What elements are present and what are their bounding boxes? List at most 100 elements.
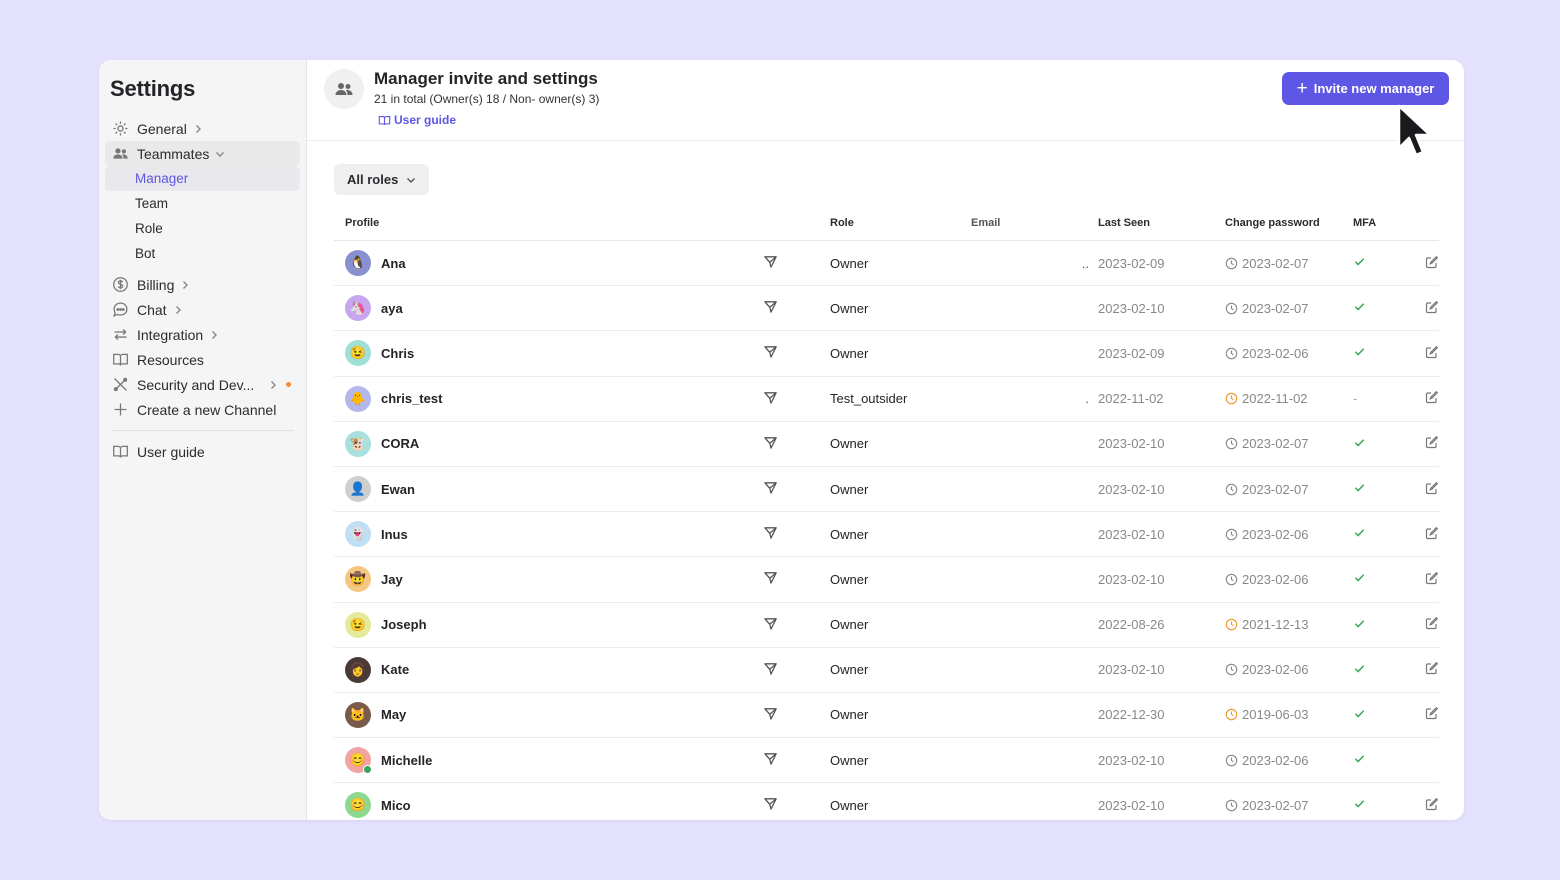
people-icon xyxy=(111,145,129,163)
avatar-emoji: 🐧 xyxy=(349,255,367,271)
send-message-icon[interactable] xyxy=(763,299,778,317)
send-message-icon[interactable] xyxy=(763,661,778,679)
sidebar: Settings General Teammates Manager Team … xyxy=(99,60,307,820)
manager-name: Mico xyxy=(381,797,411,813)
send-message-icon[interactable] xyxy=(763,796,778,814)
send-message-icon[interactable] xyxy=(763,525,778,543)
chevron-right-icon xyxy=(209,330,219,340)
sidebar-subitem-team[interactable]: Team xyxy=(105,191,300,216)
table-row[interactable]: 😊 Mico Owner 2023-02-10 2023-02-07 xyxy=(334,783,1439,820)
sidebar-subitem-bot[interactable]: Bot xyxy=(105,241,300,266)
last-seen-cell: 2022-11-02 xyxy=(1098,391,1164,407)
clock-icon xyxy=(1225,573,1238,586)
send-message-icon[interactable] xyxy=(763,344,778,362)
table-row[interactable]: 😉 Chris Owner 2023-02-09 2023-02-06 xyxy=(334,331,1439,377)
role-cell: Owner xyxy=(830,481,869,497)
check-icon xyxy=(1353,345,1366,361)
table-row[interactable]: 🐥 chris_test Test_outsider. 2022-11-02 2022-… xyxy=(334,377,1439,422)
sidebar-item-integration[interactable]: Integration xyxy=(105,322,300,347)
table-row[interactable]: 🐮 CORA Owner 2023-02-10 2023-02-07 xyxy=(334,422,1439,467)
avatar: 🐱 xyxy=(345,701,371,728)
sidebar-item-create-channel[interactable]: Create a new Channel xyxy=(105,397,300,422)
table-row[interactable]: 😉 Joseph Owner 2022-08-26 2021-12-13 xyxy=(334,603,1439,648)
page-title: Manager invite and settings xyxy=(374,69,598,88)
sidebar-item-general[interactable]: General xyxy=(105,116,300,141)
user-guide-link[interactable]: User guide xyxy=(378,113,456,127)
send-message-icon[interactable] xyxy=(763,435,778,453)
role-filter-dropdown[interactable]: All roles xyxy=(334,164,430,195)
edit-icon[interactable] xyxy=(1425,616,1439,633)
edit-icon[interactable] xyxy=(1425,797,1439,814)
invite-button-label: Invite new manager xyxy=(1313,81,1435,96)
password-date: 2023-02-07 xyxy=(1242,300,1309,316)
clock-icon xyxy=(1225,302,1238,315)
send-message-icon[interactable] xyxy=(763,616,778,634)
avatar-emoji: 🐥 xyxy=(349,390,367,406)
edit-icon[interactable] xyxy=(1425,661,1439,678)
edit-icon[interactable] xyxy=(1425,571,1439,588)
edit-icon[interactable] xyxy=(1425,435,1439,452)
password-date: 2023-02-06 xyxy=(1242,662,1309,678)
profile-cell: 🐮 CORA xyxy=(334,430,763,457)
table-row[interactable]: 🐱 May Owner 2022-12-30 2019-06-03 xyxy=(334,693,1439,739)
last-seen-cell: 2022-12-30 xyxy=(1098,707,1165,723)
send-message-icon[interactable] xyxy=(763,751,778,769)
table-row[interactable]: 🤠 Jay Owner 2023-02-10 2023-02-06 xyxy=(334,557,1439,603)
main-content: Manager invite and settings 21 in total … xyxy=(307,60,1464,820)
send-message-icon[interactable] xyxy=(763,390,778,408)
role-cell: Owner xyxy=(830,707,869,723)
check-icon xyxy=(1353,662,1366,678)
send-message-icon[interactable] xyxy=(763,254,778,272)
plus-icon: + xyxy=(1296,78,1308,99)
send-message-icon[interactable] xyxy=(763,480,778,498)
sidebar-item-label: General xyxy=(137,120,187,137)
invite-new-manager-button[interactable]: + Invite new manager xyxy=(1282,72,1449,105)
table-row[interactable]: 😊 Michelle Owner 2023-02-10 2023-02-06 xyxy=(334,738,1439,784)
sidebar-item-user-guide[interactable]: User guide xyxy=(105,439,300,464)
manager-name: aya xyxy=(381,300,403,316)
sidebar-item-label: Resources xyxy=(137,351,204,368)
password-date: 2019-06-03 xyxy=(1242,707,1309,723)
mfa-cell xyxy=(1352,617,1411,633)
sidebar-item-security[interactable]: Security and Dev... xyxy=(105,372,300,397)
sidebar-item-teammates[interactable]: Teammates xyxy=(105,141,300,166)
sidebar-item-resources[interactable]: Resources xyxy=(105,347,300,372)
edit-icon[interactable] xyxy=(1425,345,1439,362)
table-row[interactable]: 👻 Inus Owner 2023-02-10 2023-02-06 xyxy=(334,512,1439,558)
mouse-cursor-icon xyxy=(1397,104,1432,157)
send-message-icon[interactable] xyxy=(763,570,778,588)
table-row[interactable]: 👩 Kate Owner 2023-02-10 2023-02-06 xyxy=(334,648,1439,693)
password-date: 2022-11-02 xyxy=(1242,391,1308,407)
sidebar-item-billing[interactable]: Billing xyxy=(105,272,300,297)
edit-icon[interactable] xyxy=(1425,300,1439,317)
sidebar-subitem-manager[interactable]: Manager xyxy=(105,166,300,191)
table-row[interactable]: 👤 Ewan Owner 2023-02-10 2023-02-07 xyxy=(334,467,1439,513)
chevron-down-icon xyxy=(215,149,225,159)
book-icon xyxy=(378,115,391,125)
avatar: 🦄 xyxy=(345,295,371,322)
table-row[interactable]: 🦄 aya Owner 2023-02-10 2023-02-07 xyxy=(334,286,1439,332)
last-seen-cell: 2023-02-10 xyxy=(1098,797,1165,813)
column-header-mfa: MFA xyxy=(1353,217,1377,229)
edit-icon[interactable] xyxy=(1425,390,1439,407)
clock-icon xyxy=(1225,663,1238,676)
check-icon xyxy=(1353,300,1366,316)
edit-icon[interactable] xyxy=(1425,255,1439,272)
avatar-emoji: 😉 xyxy=(349,345,367,361)
edit-icon[interactable] xyxy=(1425,526,1439,543)
sidebar-subitem-role[interactable]: Role xyxy=(105,216,300,241)
notification-dot xyxy=(286,382,291,387)
sidebar-item-chat[interactable]: Chat xyxy=(105,297,300,322)
avatar-emoji: 🤠 xyxy=(349,571,367,587)
edit-icon[interactable] xyxy=(1425,706,1439,723)
role-cell: Test_outsider xyxy=(830,391,908,407)
table-row[interactable]: 🐧 Ana Owner.. 2023-02-09 2023-02-07 xyxy=(334,241,1439,287)
password-date: 2023-02-06 xyxy=(1242,526,1309,542)
page-header: Manager invite and settings 21 in total … xyxy=(307,60,1464,141)
send-message-icon[interactable] xyxy=(763,706,778,724)
avatar: 👻 xyxy=(345,521,371,548)
change-password-cell: 2023-02-06 xyxy=(1225,527,1352,542)
clock-icon xyxy=(1225,799,1238,812)
change-password-cell: 2022-11-02 xyxy=(1225,391,1352,406)
edit-icon[interactable] xyxy=(1425,481,1439,498)
